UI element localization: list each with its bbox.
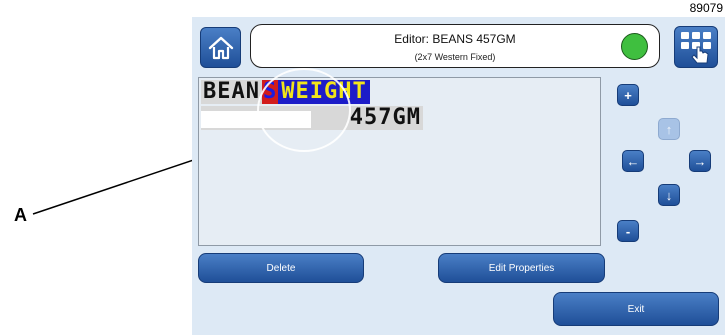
figure-number: 89079 (689, 1, 723, 15)
remove-button[interactable]: - (617, 220, 639, 242)
move-left-button[interactable]: ← (622, 150, 644, 172)
message-canvas[interactable]: BEAN S WEIGHT 457GM (198, 68, 601, 246)
message-blank-area (201, 111, 311, 128)
move-down-button[interactable]: ↓ (658, 184, 680, 206)
edit-properties-button[interactable]: Edit Properties (438, 253, 605, 283)
editor-title: Editor: BEANS 457GM (394, 32, 516, 46)
font-format-label: (2x7 Western Fixed) (414, 52, 496, 62)
move-right-button[interactable]: → (689, 150, 711, 172)
house-icon (208, 36, 233, 59)
title-bar: Editor: BEANS 457GM (2x7 Western Fixed) (250, 24, 660, 68)
grid-menu-hand-icon (681, 32, 711, 64)
exit-button[interactable]: Exit (553, 292, 719, 326)
message-selected-field[interactable]: WEIGHT (278, 80, 370, 104)
message-line-1[interactable]: BEAN S WEIGHT (201, 80, 370, 104)
editor-screen: Editor: BEANS 457GM (2x7 Western Fixed) … (192, 17, 725, 335)
add-button[interactable]: + (617, 84, 639, 106)
move-up-button[interactable]: ↑ (658, 118, 680, 140)
home-button[interactable] (200, 27, 241, 68)
menu-button[interactable] (674, 26, 718, 68)
callout-letter: A (14, 205, 27, 225)
message-cursor-character[interactable]: S (261, 80, 279, 104)
figure: 89079 A Editor: BEANS 457GM (2x7 Western… (0, 0, 725, 335)
message-text-plain[interactable]: BEAN (201, 80, 262, 104)
status-indicator (621, 33, 648, 60)
message-line-2-text[interactable]: 457GM (350, 106, 421, 130)
delete-button[interactable]: Delete (198, 253, 364, 283)
